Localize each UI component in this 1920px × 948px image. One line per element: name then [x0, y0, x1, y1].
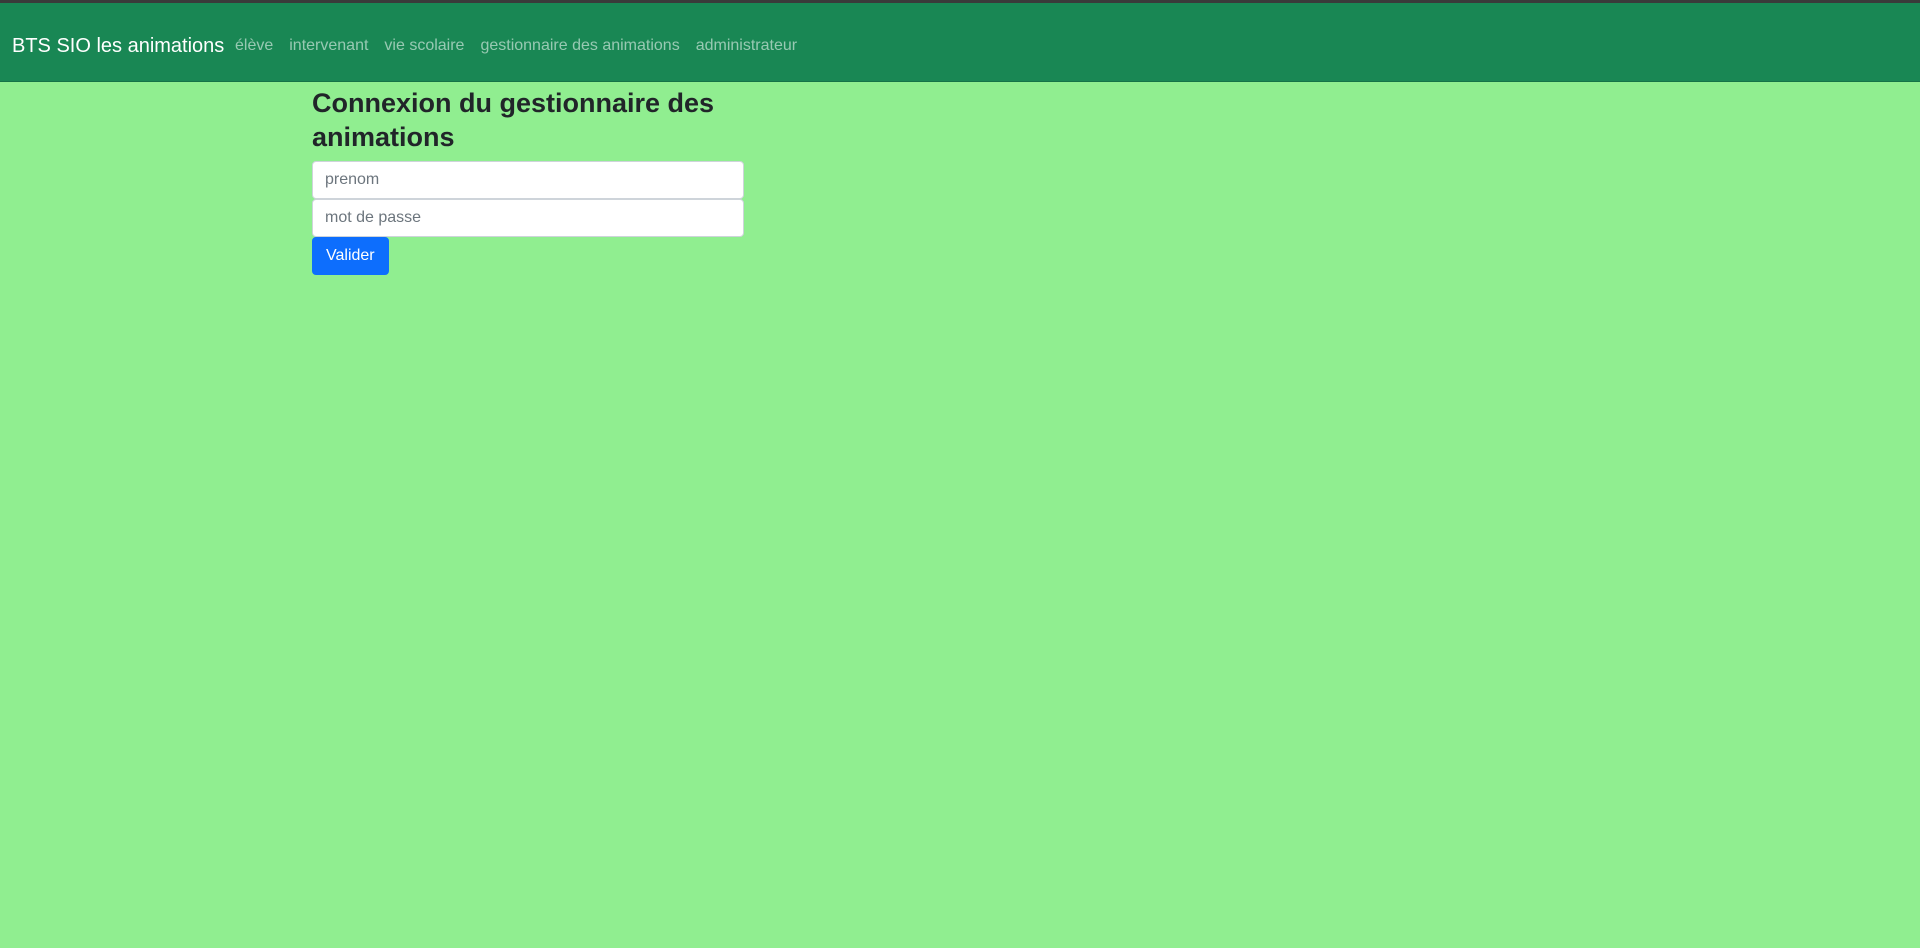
nav-link-gestionnaire-des-animations[interactable]: gestionnaire des animations	[472, 34, 687, 58]
navbar-brand[interactable]: BTS SIO les animations	[12, 32, 224, 60]
page-title: Connexion du gestionnaire des animations	[312, 88, 715, 152]
login-form-container: Connexion du gestionnaire des animations…	[312, 86, 744, 275]
nav-link-administrateur[interactable]: administrateur	[688, 34, 805, 58]
navbar: BTS SIO les animations élève intervenant…	[0, 3, 1920, 82]
firstname-input[interactable]	[312, 161, 744, 199]
nav-links: élève intervenant vie scolaire gestionna…	[235, 34, 805, 58]
nav-link-eleve[interactable]: élève	[235, 34, 281, 58]
login-form: Valider	[312, 161, 744, 275]
password-input[interactable]	[312, 199, 744, 237]
nav-link-intervenant[interactable]: intervenant	[281, 34, 376, 58]
nav-link-vie-scolaire[interactable]: vie scolaire	[376, 34, 472, 58]
submit-button[interactable]: Valider	[312, 237, 389, 275]
